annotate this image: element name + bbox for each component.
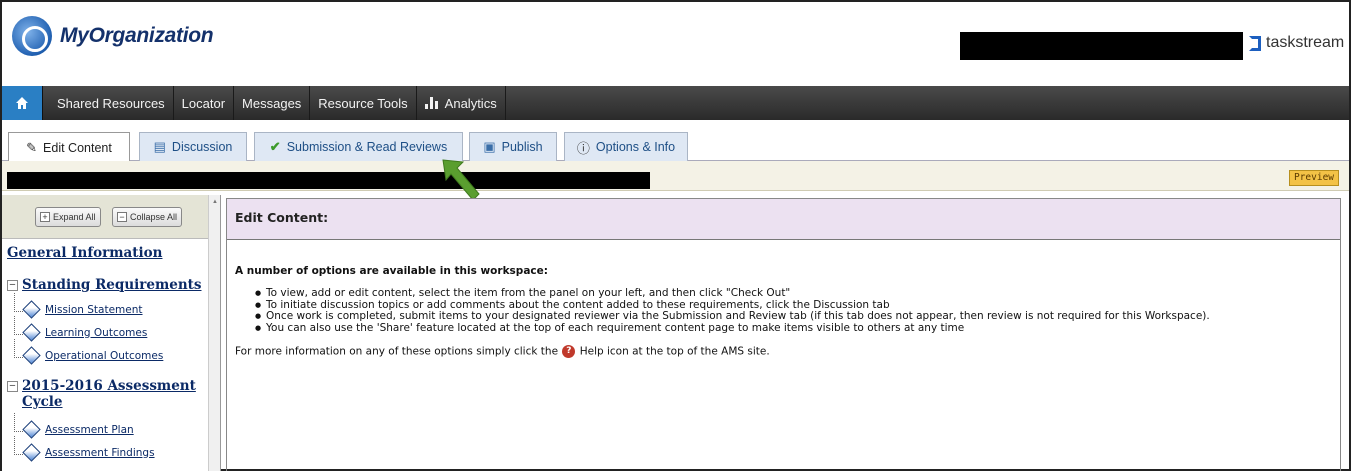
minus-icon: − — [117, 212, 127, 222]
pencil-icon: ✎ — [26, 139, 38, 155]
nav-resource-tools[interactable]: Resource Tools — [310, 86, 417, 120]
tab-submission-reviews[interactable]: ✔ Submission & Read Reviews — [254, 132, 463, 161]
bar-chart-icon — [424, 97, 438, 109]
sidebar-item-learning-outcomes[interactable]: Learning Outcomes — [14, 316, 147, 342]
org-logo[interactable]: MyOrganization — [12, 16, 214, 56]
options-list: To view, add or edit content, select the… — [255, 287, 1332, 335]
sidebar-item-label[interactable]: Learning Outcomes — [45, 327, 147, 339]
expand-all-button[interactable]: + Expand All — [35, 207, 101, 227]
general-information-link[interactable]: General Information — [7, 245, 162, 261]
sidebar-scrollbar[interactable] — [208, 195, 220, 471]
list-item: To view, add or edit content, select the… — [255, 287, 1332, 300]
collapse-all-button[interactable]: − Collapse All — [112, 207, 183, 227]
section-title-link[interactable]: 2015-2016 Assessment Cycle — [22, 378, 205, 410]
requirement-diamond-icon — [22, 443, 41, 462]
publish-icon: ▣ — [483, 139, 496, 154]
list-item: You can also use the 'Share' feature loc… — [255, 322, 1332, 335]
content-heading: Edit Content: — [227, 199, 1340, 240]
help-icon: ? — [562, 345, 576, 358]
intro-text: A number of options are available in thi… — [235, 265, 548, 277]
sidebar-item-mission-statement[interactable]: Mission Statement — [14, 293, 143, 319]
tab-label: Discussion — [171, 140, 233, 154]
collapse-all-label: Collapse All — [130, 212, 178, 222]
nav-analytics[interactable]: Analytics — [417, 86, 506, 120]
redacted-title-block — [7, 172, 650, 189]
redacted-block — [960, 32, 1243, 60]
sidebar-general-information[interactable]: General Information — [7, 245, 205, 261]
taskstream-mark-icon — [1249, 35, 1261, 51]
sidebar-item-label[interactable]: Assessment Findings — [45, 447, 155, 459]
org-name: MyOrganization — [60, 24, 214, 47]
tab-options-info[interactable]: ⓘ Options & Info — [564, 132, 688, 161]
collapse-section-icon[interactable]: − — [7, 280, 18, 291]
info-icon: ⓘ — [576, 140, 590, 156]
footer-text-end: Help icon at the top of the AMS site. — [579, 345, 770, 358]
expand-all-label: Expand All — [53, 212, 96, 222]
tab-edit-content[interactable]: ✎ Edit Content — [8, 132, 130, 162]
main-nav: Shared Resources Locator Messages Resour… — [2, 86, 1349, 120]
tab-label: Submission & Read Reviews — [286, 140, 448, 154]
section-title-link[interactable]: Standing Requirements — [22, 277, 202, 293]
brand-name: taskstream — [1266, 34, 1345, 51]
requirement-diamond-icon — [22, 300, 41, 319]
sidebar-toolbar: + Expand All − Collapse All — [2, 195, 220, 239]
content-panel: Edit Content: A number of options are av… — [226, 198, 1341, 471]
home-button[interactable] — [2, 86, 43, 120]
preview-button[interactable]: Preview — [1289, 170, 1339, 186]
workspace-tabs: ✎ Edit Content ▤ Discussion ✔ Submission… — [2, 120, 1349, 162]
sidebar-section-standing[interactable]: − Standing Requirements — [7, 277, 205, 293]
sidebar-item-label[interactable]: Operational Outcomes — [45, 350, 163, 362]
home-icon — [16, 97, 28, 109]
requirement-diamond-icon — [22, 323, 41, 342]
content-body: A number of options are available in thi… — [227, 265, 1340, 358]
list-item: Once work is completed, submit items to … — [255, 310, 1332, 323]
sidebar-item-label[interactable]: Assessment Plan — [45, 424, 134, 436]
checkmark-icon: ✔ — [269, 139, 281, 154]
tab-label: Edit Content — [43, 140, 112, 155]
nav-shared-resources[interactable]: Shared Resources — [43, 86, 174, 120]
requirements-sidebar: + Expand All − Collapse All General Info… — [2, 195, 221, 471]
footer-text-start: For more information on any of these opt… — [235, 345, 559, 358]
tab-label: Options & Info — [595, 140, 676, 154]
sidebar-item-assessment-findings[interactable]: Assessment Findings — [14, 436, 155, 462]
collapse-section-icon[interactable]: − — [7, 381, 18, 392]
globe-icon — [12, 16, 52, 56]
taskstream-logo: taskstream — [1249, 34, 1344, 52]
app-header: MyOrganization taskstream — [2, 2, 1349, 86]
sidebar-item-operational-outcomes[interactable]: Operational Outcomes — [14, 339, 163, 365]
sidebar-item-assessment-plan[interactable]: Assessment Plan — [14, 413, 134, 439]
nav-analytics-label: Analytics — [444, 95, 497, 111]
nav-locator[interactable]: Locator — [174, 86, 235, 120]
requirement-diamond-icon — [22, 420, 41, 439]
sidebar-item-label[interactable]: Mission Statement — [45, 304, 143, 316]
comment-icon: ▤ — [153, 139, 166, 154]
help-footer: For more information on any of these opt… — [235, 345, 1332, 358]
plus-icon: + — [40, 212, 50, 222]
requirement-diamond-icon — [22, 346, 41, 365]
tab-label: Publish — [501, 140, 543, 154]
nav-messages[interactable]: Messages — [234, 86, 311, 120]
sidebar-section-assessment-cycle[interactable]: − 2015-2016 Assessment Cycle — [7, 378, 205, 410]
tab-discussion[interactable]: ▤ Discussion — [139, 132, 247, 161]
